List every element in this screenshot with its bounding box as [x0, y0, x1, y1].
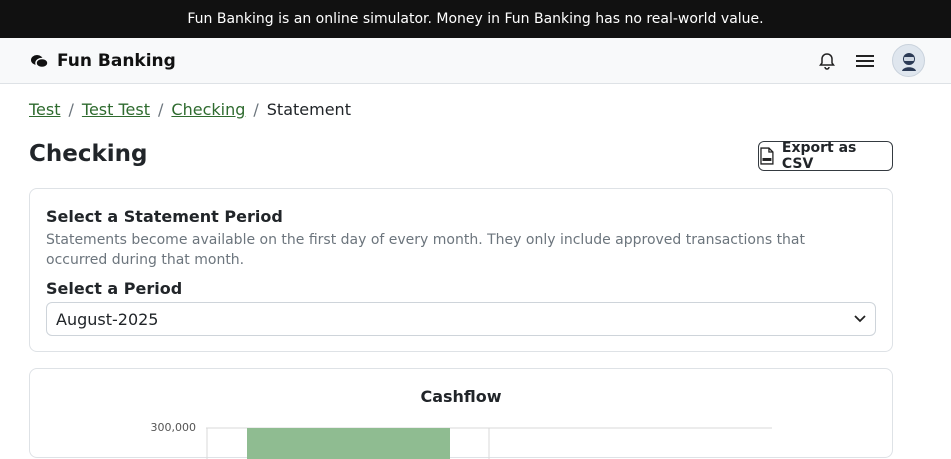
period-select-value: August-2025	[56, 309, 159, 329]
breadcrumb: Test / Test Test / Checking / Statement	[29, 100, 351, 119]
hamburger-menu-icon	[856, 54, 874, 67]
statement-period-heading: Select a Statement Period	[46, 207, 283, 226]
breadcrumb-separator: /	[68, 100, 74, 119]
period-select[interactable]: August-2025	[46, 302, 876, 336]
period-label: Select a Period	[46, 279, 183, 298]
menu-button[interactable]	[846, 42, 884, 80]
cashflow-chart: 300,000	[151, 421, 772, 459]
breadcrumb-link-bank[interactable]: Test	[29, 100, 61, 119]
banner-text: Fun Banking is an online simulator. Mone…	[187, 11, 764, 27]
chart-bar	[247, 428, 450, 459]
export-csv-label: Export as CSV	[781, 140, 857, 172]
y-tick-label: 300,000	[151, 421, 197, 434]
breadcrumb-current: Statement	[266, 100, 351, 119]
notifications-button[interactable]	[808, 42, 846, 80]
breadcrumb-separator: /	[253, 100, 259, 119]
brand-logo-icon	[31, 54, 49, 68]
page-title: Checking	[29, 141, 148, 167]
export-csv-button[interactable]: Export as CSV	[758, 140, 893, 172]
statement-period-card: Select a Statement Period Statements bec…	[29, 188, 893, 352]
brand[interactable]: Fun Banking	[29, 51, 176, 71]
statement-period-description: Statements become available on the first…	[46, 232, 806, 268]
bell-icon	[819, 52, 835, 70]
breadcrumb-separator: /	[158, 100, 164, 119]
breadcrumb-link-user[interactable]: Test Test	[82, 100, 150, 119]
breadcrumb-link-account[interactable]: Checking	[171, 100, 245, 119]
chevron-down-icon	[854, 315, 866, 323]
simulator-banner: Fun Banking is an online simulator. Mone…	[0, 0, 951, 38]
csv-file-icon	[760, 147, 774, 165]
avatar-icon	[901, 52, 916, 71]
brand-name: Fun Banking	[57, 50, 176, 71]
user-avatar[interactable]	[892, 44, 925, 77]
top-navbar: Fun Banking	[0, 38, 951, 84]
